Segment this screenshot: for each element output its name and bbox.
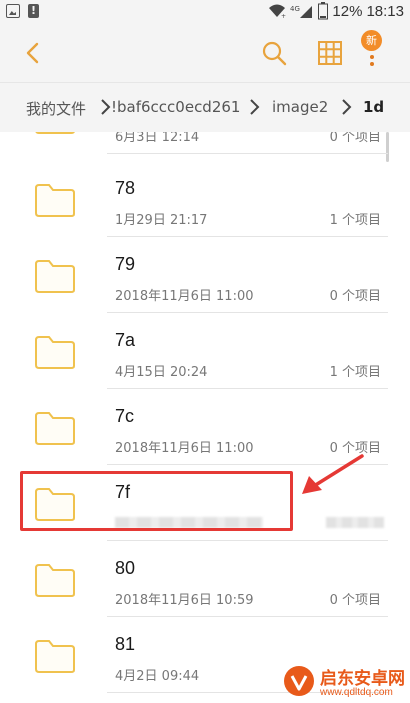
folder-icon <box>35 184 75 217</box>
alert-notification-icon: ! <box>28 4 39 18</box>
breadcrumb-item-my-files[interactable]: 我的文件 <box>26 98 86 119</box>
image-notification-icon <box>6 4 20 18</box>
folder-date: 4月2日 09:44 <box>115 669 200 684</box>
chevron-right-icon <box>101 99 111 115</box>
more-icon <box>370 55 374 59</box>
breadcrumb-item-current[interactable]: 1d <box>363 98 384 116</box>
folder-name: 7c <box>115 406 135 426</box>
list-item[interactable]: 78 1月29日 21:17 1 个项目 <box>0 161 410 237</box>
more-menu-button[interactable]: 新 <box>361 30 395 72</box>
status-bar: ! + 4G 12% 18:13 <box>0 0 410 24</box>
breadcrumb-item-folder[interactable]: !baf6ccc0ecd261 <box>111 98 240 116</box>
chevron-right-icon <box>342 99 352 115</box>
battery-percent: 12% <box>332 2 363 20</box>
folder-icon <box>35 412 75 445</box>
folder-item-count: 1 个项目 <box>329 213 381 228</box>
folder-name: 79 <box>115 254 136 274</box>
folder-name: 78 <box>115 178 136 198</box>
folder-list[interactable]: 6月3日 12:14 0 个项目 78 1月29日 21:17 1 个项目 79… <box>0 132 410 703</box>
list-item[interactable]: 6月3日 12:14 0 个项目 <box>0 132 410 154</box>
folder-item-count: 0 个项目 <box>329 289 381 304</box>
folder-item-count: 0 个项目 <box>329 132 381 145</box>
highlight-box <box>20 471 293 531</box>
breadcrumb-item-image2[interactable]: image2 <box>272 98 328 116</box>
svg-text:+: + <box>281 13 286 19</box>
signal-icon: 4G <box>290 5 313 18</box>
folder-date: 4月15日 20:24 <box>115 365 208 380</box>
list-item[interactable]: 80 2018年11月6日 10:59 0 个项目 <box>0 541 410 617</box>
watermark-url: www.qdltdq.com <box>320 687 393 698</box>
folder-date: 2018年11月6日 11:00 <box>115 289 254 304</box>
search-icon[interactable] <box>259 38 289 68</box>
blurred-item-count <box>326 517 384 528</box>
folder-icon <box>35 336 75 369</box>
wifi-icon: + <box>269 4 286 19</box>
grid-view-icon[interactable] <box>315 38 345 68</box>
folder-icon <box>35 640 75 673</box>
folder-date: 1月29日 21:17 <box>115 213 208 228</box>
folder-icon <box>35 132 75 134</box>
chevron-right-icon <box>250 99 260 115</box>
folder-name: 81 <box>115 634 136 654</box>
folder-icon <box>35 260 75 293</box>
folder-date: 6月3日 12:14 <box>115 132 200 145</box>
folder-icon <box>35 564 75 597</box>
folder-item-count: 1 个项目 <box>329 365 381 380</box>
folder-date: 2018年11月6日 11:00 <box>115 441 254 456</box>
watermark-title: 启东安卓网 <box>320 669 405 689</box>
folder-date: 2018年11月6日 10:59 <box>115 593 254 608</box>
battery-icon <box>318 2 329 20</box>
divider <box>107 153 388 154</box>
list-item[interactable]: 7a 4月15日 20:24 1 个项目 <box>0 313 410 389</box>
folder-name: 7a <box>115 330 136 350</box>
watermark: 启东安卓网 www.qdltdq.com <box>282 660 410 703</box>
breadcrumb: 我的文件 !baf6ccc0ecd261 image2 1d <box>0 82 410 132</box>
annotation-arrow-icon <box>302 454 364 494</box>
back-arrow-icon[interactable] <box>20 38 50 68</box>
svg-text:4G: 4G <box>290 5 300 13</box>
folder-item-count: 0 个项目 <box>329 593 381 608</box>
app-bar: 新 <box>0 24 410 82</box>
clock: 18:13 <box>366 2 404 20</box>
new-badge: 新 <box>361 30 382 51</box>
watermark-logo-icon <box>284 666 314 696</box>
list-item[interactable]: 79 2018年11月6日 11:00 0 个项目 <box>0 237 410 313</box>
more-icon-dot <box>370 62 374 66</box>
folder-name: 80 <box>115 558 136 578</box>
